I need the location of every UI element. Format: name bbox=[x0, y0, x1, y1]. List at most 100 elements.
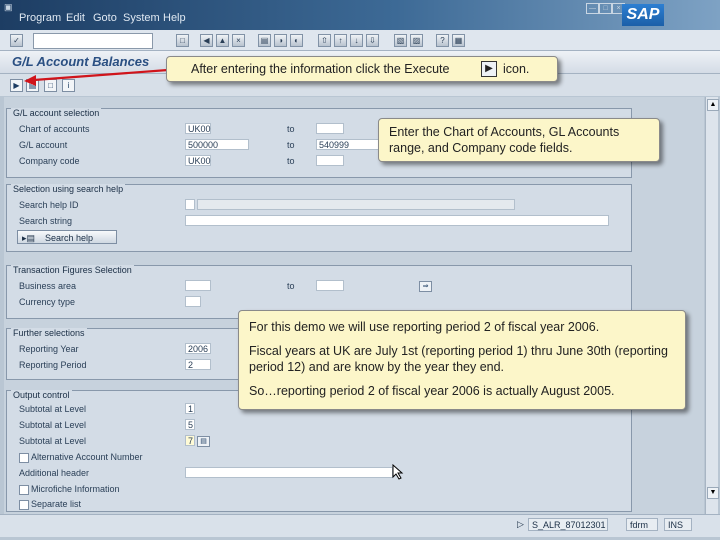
to-label: to bbox=[287, 140, 295, 150]
status-transaction: S_ALR_87012301 bbox=[528, 518, 608, 531]
save-variant-icon[interactable]: □ bbox=[44, 79, 57, 92]
search-help-icon: ▸▤ bbox=[22, 233, 46, 243]
prev-page-icon[interactable]: ↑ bbox=[334, 34, 347, 47]
status-bar: ▷ S_ALR_87012301 fdrm INS bbox=[0, 514, 720, 537]
gl-account-to-input[interactable]: 540999 bbox=[316, 139, 380, 150]
print-icon[interactable]: ▤ bbox=[258, 34, 271, 47]
microfiche-label: Microfiche Information bbox=[31, 484, 120, 494]
company-code-to-input[interactable] bbox=[316, 155, 344, 166]
menu-program[interactable]: Program bbox=[19, 12, 61, 24]
command-field[interactable] bbox=[33, 33, 153, 49]
currency-type-label: Currency type bbox=[19, 297, 76, 307]
scroll-down-icon[interactable]: ▼ bbox=[707, 487, 719, 499]
sap-system-icon[interactable]: ▣ bbox=[4, 2, 16, 12]
layout-icon[interactable]: ▦ bbox=[452, 34, 465, 47]
subtotal-level-label: Subtotal at Level bbox=[19, 420, 87, 430]
currency-type-input[interactable] bbox=[185, 296, 201, 307]
multiple-selection-icon[interactable]: ⇒ bbox=[419, 281, 432, 292]
maximize-icon[interactable]: □ bbox=[599, 3, 612, 14]
group-title: G/L account selection bbox=[11, 108, 102, 118]
info-icon[interactable]: i bbox=[62, 79, 75, 92]
separate-list-checkbox[interactable] bbox=[19, 500, 29, 510]
business-area-to-input[interactable] bbox=[316, 280, 344, 291]
gl-account-label: G/L account bbox=[19, 140, 68, 150]
back-icon[interactable]: ◀ bbox=[200, 34, 213, 47]
group-title: Selection using search help bbox=[11, 184, 126, 194]
save-icon[interactable]: □ bbox=[176, 34, 189, 47]
search-help-button[interactable]: ▸▤ Search help bbox=[17, 230, 117, 244]
shortcut-icon[interactable]: ▨ bbox=[410, 34, 423, 47]
period-callout: For this demo we will use reporting peri… bbox=[238, 310, 686, 410]
separate-list-label: Separate list bbox=[31, 499, 82, 509]
subtotal-level-1-input[interactable]: 1 bbox=[185, 403, 195, 414]
search-string-label: Search string bbox=[19, 216, 73, 226]
additional-header-input[interactable] bbox=[185, 467, 393, 478]
execute-icon[interactable]: ▶ bbox=[10, 79, 23, 92]
new-session-icon[interactable]: ▧ bbox=[394, 34, 407, 47]
subtotal-level-3-input[interactable]: 7 bbox=[185, 435, 195, 446]
reporting-year-input[interactable]: 2006 bbox=[185, 343, 211, 354]
business-area-label: Business area bbox=[19, 281, 77, 291]
scroll-up-icon[interactable]: ▲ bbox=[707, 99, 719, 111]
standard-toolbar: ✓ □ ◀ ▲ × ▤ ◑ ◐ ⇧ ↑ ↓ ⇩ ▧ ▨ ? ▦ bbox=[0, 30, 720, 51]
vertical-scrollbar[interactable]: ▲ ▼ bbox=[705, 97, 719, 514]
enter-icon[interactable]: ✓ bbox=[10, 34, 23, 47]
group-title: Further selections bbox=[11, 328, 87, 338]
fields-callout: Enter the Chart of Accounts, GL Accounts… bbox=[378, 118, 660, 162]
last-page-icon[interactable]: ⇩ bbox=[366, 34, 379, 47]
to-label: to bbox=[287, 124, 295, 134]
subtotal-level-label: Subtotal at Level bbox=[19, 436, 87, 446]
status-mode: INS bbox=[664, 518, 692, 531]
company-code-label: Company code bbox=[19, 156, 80, 166]
first-page-icon[interactable]: ⇧ bbox=[318, 34, 331, 47]
chart-of-accounts-to-input[interactable] bbox=[316, 123, 344, 134]
search-help-group: Selection using search help Search help … bbox=[6, 184, 632, 252]
reporting-period-input[interactable]: 2 bbox=[185, 359, 211, 370]
status-server: fdrm bbox=[626, 518, 658, 531]
to-label: to bbox=[287, 156, 295, 166]
menu-help[interactable]: Help bbox=[163, 12, 186, 24]
alternative-account-checkbox[interactable] bbox=[19, 453, 29, 463]
value-help-icon[interactable]: ▤ bbox=[197, 436, 210, 447]
to-label: to bbox=[287, 281, 295, 291]
search-string-input[interactable] bbox=[185, 215, 609, 226]
next-page-icon[interactable]: ↓ bbox=[350, 34, 363, 47]
microfiche-checkbox[interactable] bbox=[19, 485, 29, 495]
search-help-id-input[interactable] bbox=[185, 199, 195, 210]
gl-account-from-input[interactable]: 500000 bbox=[185, 139, 249, 150]
additional-header-label: Additional header bbox=[19, 468, 90, 478]
subtotal-level-label: Subtotal at Level bbox=[19, 404, 87, 414]
callout-paragraph: So…reporting period 2 of fiscal year 200… bbox=[249, 384, 615, 398]
exit-icon[interactable]: ▲ bbox=[216, 34, 229, 47]
callout-text: After entering the information click the… bbox=[191, 62, 450, 76]
sap-logo: SAP bbox=[622, 4, 664, 26]
callout-paragraph: For this demo we will use reporting peri… bbox=[249, 320, 600, 334]
reporting-year-label: Reporting Year bbox=[19, 344, 79, 354]
cancel-icon[interactable]: × bbox=[232, 34, 245, 47]
search-help-description bbox=[197, 199, 515, 210]
chart-of-accounts-label: Chart of accounts bbox=[19, 124, 90, 134]
get-variant-icon[interactable]: ▤ bbox=[26, 79, 39, 92]
business-area-input[interactable] bbox=[185, 280, 211, 291]
page-title: G/L Account Balances bbox=[12, 54, 150, 69]
callout-text: icon. bbox=[503, 62, 530, 76]
callout-paragraph: Fiscal years at UK are July 1st (reporti… bbox=[249, 344, 668, 374]
execute-callout: After entering the information click the… bbox=[166, 56, 558, 82]
search-help-button-label: Search help bbox=[45, 233, 94, 243]
search-help-id-label: Search help ID bbox=[19, 200, 79, 210]
status-expand-icon[interactable]: ▷ bbox=[514, 518, 528, 531]
find-next-icon[interactable]: ◐ bbox=[290, 34, 303, 47]
company-code-from-input[interactable]: UK00 bbox=[185, 155, 211, 166]
menu-system[interactable]: System bbox=[123, 12, 160, 24]
minimize-icon[interactable]: — bbox=[586, 3, 599, 14]
mouse-cursor-icon bbox=[392, 464, 404, 480]
menu-goto[interactable]: Goto bbox=[93, 12, 117, 24]
subtotal-level-2-input[interactable]: 5 bbox=[185, 419, 195, 430]
group-title: Output control bbox=[11, 390, 72, 400]
help-icon[interactable]: ? bbox=[436, 34, 449, 47]
alternative-account-label: Alternative Account Number bbox=[31, 452, 143, 462]
menu-edit[interactable]: Edit bbox=[66, 12, 85, 24]
chart-of-accounts-input[interactable]: UK00 bbox=[185, 123, 211, 134]
find-icon[interactable]: ◑ bbox=[274, 34, 287, 47]
reporting-period-label: Reporting Period bbox=[19, 360, 87, 370]
